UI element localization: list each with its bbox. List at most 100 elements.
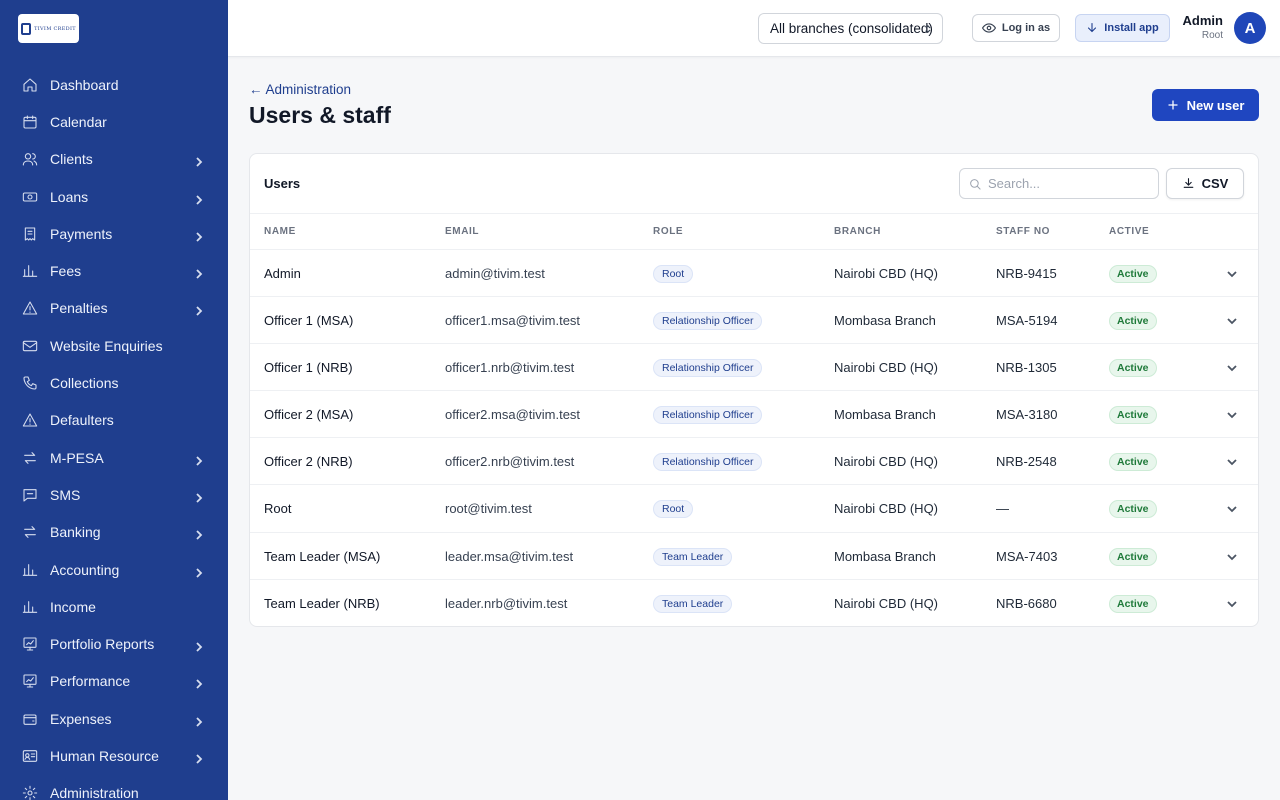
- users-icon: [22, 151, 38, 167]
- sidebar-item-m-pesa[interactable]: M-PESA: [0, 439, 228, 476]
- chevron-right-icon: [194, 565, 204, 578]
- table-row[interactable]: Officer 2 (MSA) officer2.msa@tivim.test Re…: [250, 391, 1258, 439]
- chevron-updown-icon: [925, 25, 931, 33]
- sidebar: TIVIM CREDIT Dashboard Calendar Clients Loa…: [0, 0, 228, 800]
- gear-icon: [22, 785, 38, 800]
- staff-no-cell: NRB-1305: [996, 360, 1057, 376]
- branch-select[interactable]: All branches (consolidated): [758, 13, 943, 44]
- sidebar-item-collections[interactable]: Collections: [0, 364, 228, 401]
- branch-cell: Nairobi CBD (HQ): [834, 266, 939, 281]
- role-badge: Relationship Officer: [653, 406, 763, 425]
- chevron-down-icon[interactable]: [1226, 455, 1238, 467]
- chevron-down-icon[interactable]: [1226, 550, 1238, 562]
- chevron-down-icon[interactable]: [1226, 267, 1238, 279]
- back-to-administration-link[interactable]: ← Administration: [249, 82, 351, 97]
- sidebar-item-sms[interactable]: SMS: [0, 476, 228, 513]
- branch-cell: Nairobi CBD (HQ): [834, 454, 939, 470]
- chart-board-icon: [22, 673, 38, 689]
- status-badge: Active: [1109, 594, 1157, 613]
- sidebar-item-label: Loans: [50, 188, 89, 205]
- sidebar-item-website-enquiries[interactable]: Website Enquiries: [0, 327, 228, 364]
- staff-no-cell: NRB-9415: [996, 266, 1057, 281]
- sidebar-item-calendar[interactable]: Calendar: [0, 103, 228, 140]
- chevron-down-icon[interactable]: [1226, 597, 1238, 609]
- install-app-button[interactable]: Install app: [1075, 14, 1170, 42]
- status-badge: Active: [1109, 265, 1157, 283]
- sidebar-item-label: Website Enquiries: [50, 337, 163, 354]
- sidebar-item-label: M-PESA: [50, 449, 104, 466]
- phone-icon: [22, 375, 38, 391]
- branch-cell: Nairobi CBD (HQ): [834, 501, 939, 517]
- role-badge: Root: [653, 500, 694, 519]
- user-name-cell: Officer 1 (NRB): [264, 360, 353, 376]
- branch-select-value: All branches (consolidated): [770, 21, 933, 36]
- chevron-down-icon[interactable]: [1226, 502, 1238, 514]
- sidebar-item-human-resource[interactable]: Human Resource: [0, 737, 228, 774]
- sidebar-item-payments[interactable]: Payments: [0, 215, 228, 252]
- column-header-branch[interactable]: BRANCH: [834, 226, 881, 237]
- chevron-down-icon[interactable]: [1226, 408, 1238, 420]
- log-in-as-label: Log in as: [1001, 22, 1051, 34]
- current-user-role: Root: [1201, 30, 1223, 41]
- table-row[interactable]: Team Leader (NRB) leader.nrb@tivim.test Te…: [250, 580, 1258, 626]
- column-header-role[interactable]: ROLE: [653, 226, 683, 237]
- user-name-cell: Team Leader (NRB): [264, 595, 380, 611]
- sidebar-item-administration[interactable]: Administration: [0, 775, 228, 800]
- sidebar-item-penalties[interactable]: Penalties: [0, 290, 228, 327]
- csv-export-button[interactable]: CSV: [1166, 168, 1244, 199]
- branch-cell: Nairobi CBD (HQ): [834, 360, 939, 376]
- sidebar-item-label: Dashboard: [50, 76, 119, 93]
- sidebar-item-expenses[interactable]: Expenses: [0, 700, 228, 737]
- users-card: Users CSV NAME EMAIL ROLE BRANCH STAFF N…: [249, 153, 1259, 627]
- sidebar-item-label: Collections: [50, 375, 119, 392]
- table-row[interactable]: Officer 1 (NRB) officer1.nrb@tivim.test Re…: [250, 344, 1258, 392]
- sidebar-item-label: Human Resource: [50, 747, 159, 764]
- user-email-cell: leader.nrb@tivim.test: [445, 595, 568, 611]
- sidebar-item-banking[interactable]: Banking: [0, 514, 228, 551]
- new-user-label: New user: [1186, 97, 1245, 113]
- staff-no-cell: —: [996, 501, 1009, 517]
- sidebar-item-dashboard[interactable]: Dashboard: [0, 66, 228, 103]
- plus-icon: [1167, 100, 1178, 110]
- new-user-button[interactable]: New user: [1152, 89, 1259, 121]
- wallet-icon: [22, 711, 38, 727]
- table-row[interactable]: Team Leader (MSA) leader.msa@tivim.test Te…: [250, 533, 1258, 580]
- sidebar-item-performance[interactable]: Performance: [0, 663, 228, 700]
- table-row[interactable]: Officer 2 (NRB) officer2.nrb@tivim.test Re…: [250, 438, 1258, 486]
- column-header-email[interactable]: EMAIL: [445, 226, 479, 237]
- role-badge: Root: [653, 265, 694, 283]
- sidebar-item-label: Portfolio Reports: [50, 636, 155, 653]
- user-email-cell: officer1.msa@tivim.test: [445, 313, 581, 329]
- chevron-right-icon: [194, 527, 204, 540]
- company-logo[interactable]: TIVIM CREDIT: [18, 14, 79, 43]
- role-badge: Relationship Officer: [653, 312, 763, 331]
- download-icon: [1183, 178, 1193, 188]
- table-row[interactable]: Root root@tivim.test Root Nairobi CBD (HQ) —…: [250, 485, 1258, 533]
- sidebar-item-label: Expenses: [50, 710, 112, 727]
- sidebar-item-clients[interactable]: Clients: [0, 141, 228, 178]
- column-header-staff-no[interactable]: STAFF NO: [996, 226, 1050, 237]
- column-header-active[interactable]: ACTIVE: [1109, 226, 1149, 237]
- sidebar-item-label: Fees: [50, 263, 82, 280]
- chevron-right-icon: [194, 266, 204, 279]
- role-badge: Team Leader: [653, 547, 733, 566]
- table-row[interactable]: Officer 1 (MSA) officer1.msa@tivim.test Re…: [250, 297, 1258, 345]
- avatar[interactable]: A: [1234, 12, 1266, 44]
- bar-chart-icon: [22, 599, 38, 615]
- sidebar-item-portfolio-reports[interactable]: Portfolio Reports: [0, 625, 228, 662]
- column-header-name[interactable]: NAME: [264, 226, 296, 237]
- search-input[interactable]: [988, 169, 1153, 198]
- sidebar-item-income[interactable]: Income: [0, 588, 228, 625]
- user-email-cell: officer2.msa@tivim.test: [445, 407, 581, 423]
- sidebar-item-loans[interactable]: Loans: [0, 178, 228, 215]
- chevron-down-icon[interactable]: [1226, 361, 1238, 373]
- sidebar-item-label: Calendar: [50, 113, 107, 130]
- sidebar-item-accounting[interactable]: Accounting: [0, 551, 228, 588]
- user-name-cell: Officer 2 (MSA): [264, 407, 354, 423]
- arrows-swap-icon: [22, 524, 38, 540]
- sidebar-item-defaulters[interactable]: Defaulters: [0, 402, 228, 439]
- sidebar-item-fees[interactable]: Fees: [0, 252, 228, 289]
- log-in-as-button[interactable]: Log in as: [972, 14, 1060, 42]
- table-row[interactable]: Admin admin@tivim.test Root Nairobi CBD (HQ…: [250, 250, 1258, 298]
- chevron-down-icon[interactable]: [1226, 314, 1238, 326]
